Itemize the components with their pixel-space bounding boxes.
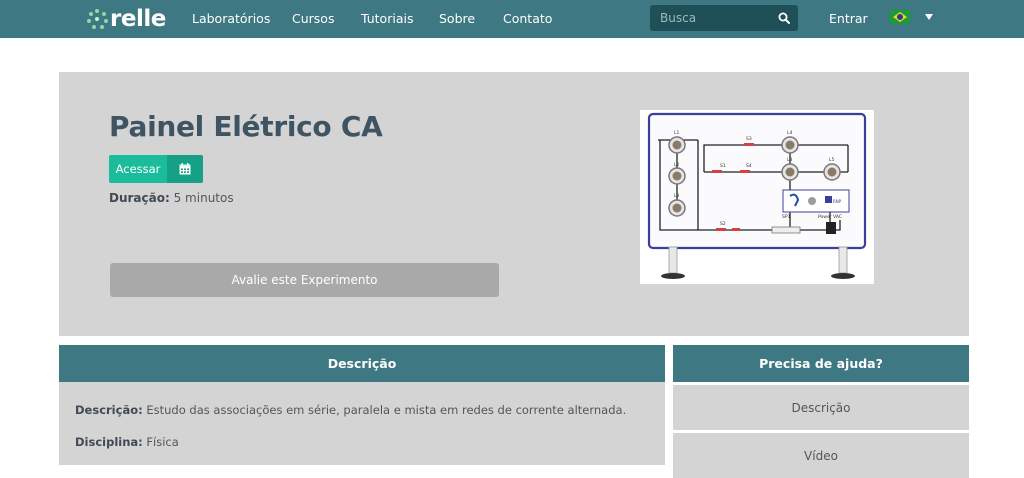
panel-label-s4: S4	[746, 163, 752, 169]
discipline-label: Disciplina:	[75, 435, 143, 449]
panel-label-s1: S1	[720, 163, 726, 169]
brand-logo[interactable]: relle	[86, 6, 166, 32]
brazil-flag-icon[interactable]	[890, 10, 910, 24]
description-line: Descrição: Estudo das associações em sér…	[75, 403, 626, 417]
brand-name: relle	[110, 6, 166, 32]
panel-label-l5: L5	[829, 157, 835, 163]
help-item-video[interactable]: Vídeo	[673, 433, 969, 478]
panel-label-l1: L1	[674, 130, 680, 136]
experiment-hero: Painel Elétrico CA Acessar Duração: 5 mi…	[59, 72, 969, 336]
panel-label-power: Power VAC	[818, 214, 842, 220]
search-icon[interactable]	[778, 12, 790, 24]
duration-value: 5 minutos	[173, 191, 234, 205]
rate-experiment-button[interactable]: Avalie este Experimento	[110, 263, 499, 297]
nav-link-sobre[interactable]: Sobre	[439, 11, 475, 26]
access-button[interactable]: Acessar	[109, 155, 167, 183]
panel-label-s3: S3	[746, 136, 752, 142]
page-title: Painel Elétrico CA	[109, 110, 383, 143]
discipline-line: Disciplina: Física	[75, 435, 179, 449]
top-navbar: relle Laboratórios Cursos Tutoriais Sobr…	[0, 0, 1024, 38]
logo-dots-icon	[86, 8, 108, 30]
description-value: Estudo das associações em série, paralel…	[146, 403, 627, 417]
electrical-panel-image: L1 L2 L3 L4 L3 L5 S1 S4 S3 S2 SP1 Power …	[640, 110, 874, 284]
discipline-value: Física	[146, 435, 179, 449]
panel-label-l3b: L3	[787, 157, 793, 163]
schedule-button[interactable]	[167, 155, 203, 183]
panel-label-l2: L2	[674, 162, 680, 168]
help-item-description[interactable]: Descrição	[673, 385, 969, 430]
description-body: Descrição: Estudo das associações em sér…	[59, 382, 665, 465]
chevron-down-icon[interactable]	[925, 14, 933, 20]
description-label: Descrição:	[75, 403, 143, 417]
panel-label-rnp: RNP	[833, 199, 842, 204]
panel-label-s2: S2	[720, 221, 726, 227]
nav-link-contato[interactable]: Contato	[503, 11, 552, 26]
duration-label: Duração:	[109, 191, 170, 205]
search-input[interactable]	[650, 5, 774, 31]
access-button-group: Acessar	[109, 155, 203, 183]
panel-label-l3: L3	[674, 193, 680, 199]
search-box	[650, 5, 798, 31]
login-link[interactable]: Entrar	[829, 11, 868, 26]
help-header: Precisa de ajuda?	[673, 345, 969, 382]
description-header: Descrição	[59, 345, 665, 382]
nav-link-laboratorios[interactable]: Laboratórios	[192, 11, 270, 26]
panel-label-l4: L4	[787, 130, 793, 136]
panel-label-sp1: SP1	[782, 214, 791, 220]
calendar-icon	[179, 163, 191, 175]
duration-info: Duração: 5 minutos	[109, 191, 234, 205]
nav-link-cursos[interactable]: Cursos	[292, 11, 334, 26]
nav-link-tutoriais[interactable]: Tutoriais	[361, 11, 413, 26]
